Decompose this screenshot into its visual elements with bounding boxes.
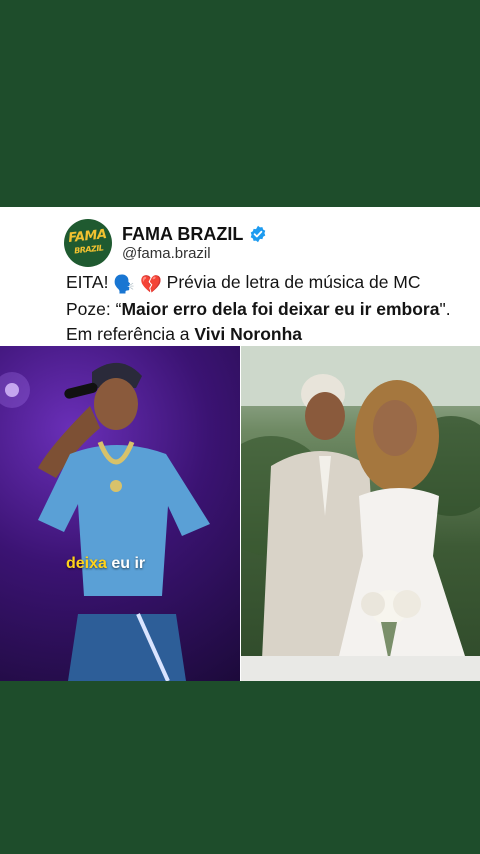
caption-highlight: deixa: [66, 555, 107, 572]
wedding-illustration: [241, 346, 480, 681]
account-handle[interactable]: @fama.brazil: [122, 245, 211, 262]
performer-illustration: [0, 362, 210, 681]
performer-photo[interactable]: deixa eu ir: [0, 346, 240, 681]
account-name[interactable]: FAMA BRAZIL: [122, 224, 243, 245]
verified-badge-icon: [251, 225, 266, 243]
post-text-part1: EITA!: [66, 272, 114, 292]
post-text-quote: Maior erro dela foi deixar eu ir embora: [121, 299, 440, 319]
post-text: EITA! 🗣️ 💔 Prévia de letra de música de …: [66, 270, 456, 347]
account-name-row[interactable]: FAMA BRAZIL: [122, 223, 267, 245]
media-grid[interactable]: deixa eu ir: [0, 346, 480, 681]
avatar[interactable]: FAMA BRAZIL: [64, 219, 112, 267]
broken-heart-emoji-icon: 💔: [140, 274, 162, 294]
caption-rest: eu ir: [106, 555, 146, 572]
wedding-photo[interactable]: [241, 346, 480, 681]
video-caption: deixa eu ir: [66, 555, 145, 573]
post-text-mention: Vivi Noronha: [194, 324, 303, 344]
logo-line2: BRAZIL: [73, 242, 104, 255]
logo-icon: FAMA BRAZIL: [67, 227, 109, 258]
speaking-head-emoji-icon: 🗣️: [113, 274, 136, 294]
